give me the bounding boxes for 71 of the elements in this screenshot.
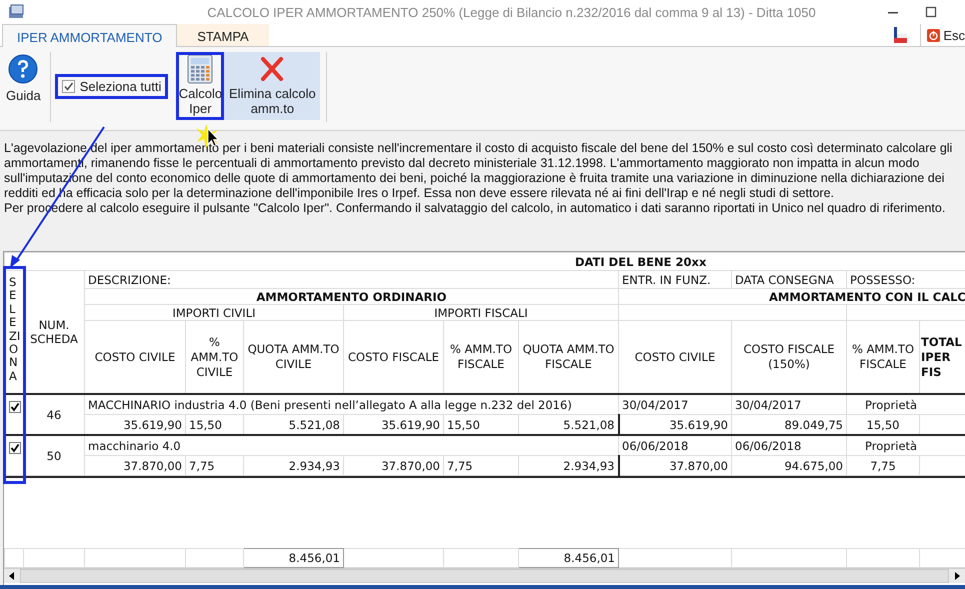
flag-icon — [892, 26, 908, 44]
table-cell: Proprietà — [846, 435, 965, 456]
check-icon — [62, 81, 74, 92]
table-cell: 5.521,08 — [563, 418, 614, 432]
table-cell: 37.870,00 — [381, 458, 440, 472]
group-header: AMMORTAMENTO ORDINARIO — [256, 290, 447, 304]
row-checkbox[interactable] — [9, 401, 21, 413]
table-cell: 7,75 — [447, 458, 473, 472]
column-header: DESCRIZIONE: — [84, 270, 618, 288]
table-cell: 7,75 — [189, 458, 215, 472]
scroll-right-icon — [953, 571, 961, 581]
column-header: SELEZIONA — [8, 274, 20, 384]
column-header: % AMM.TO FISCALE — [852, 342, 914, 371]
table-cell: 06/06/2018 — [618, 435, 732, 456]
table-cell: 2.934,93 — [288, 458, 340, 472]
tab[interactable]: IPER AMMORTAMENTO — [2, 24, 178, 47]
calculate-button[interactable]: Calcolo Iper — [176, 52, 224, 120]
column-header: COSTO CIVILE — [94, 350, 176, 364]
horizontal-scrollbar[interactable] — [4, 568, 965, 583]
help-button[interactable]: Guida — [3, 52, 44, 105]
app-icon — [8, 4, 26, 20]
power-icon — [927, 28, 940, 42]
group-header: IMPORTI FISCALI — [434, 306, 528, 320]
total-value: 8.456,01 — [564, 551, 615, 565]
maximize-icon — [925, 6, 937, 18]
row-checkbox[interactable] — [9, 442, 21, 454]
table-cell: 37.870,00 — [669, 458, 728, 472]
select-all-checkbox[interactable]: Seleziona tutti — [54, 74, 168, 99]
window-title: CALCOLO IPER AMMORTAMENTO 250% (Legge di Bilancio n.232/2016 dal comma 9 al 13) - Ditta 1050 — [206, 4, 817, 20]
table-title: DATI DEL BENE 20xx — [4, 252, 965, 270]
help-icon — [8, 54, 38, 84]
table-cell: 30/04/2017 — [732, 394, 846, 414]
table-cell: 35.619,90 — [381, 418, 440, 432]
total-value: 8.456,01 — [288, 551, 340, 565]
check-icon — [10, 402, 20, 412]
exit-button[interactable]: Esc — [920, 24, 965, 46]
table-cell: 15,50 — [447, 418, 480, 432]
table-cell: MACCHINARIO industria 4.0 (Beni presenti nell’allegato A alla legge n.232 del 2016) — [84, 394, 618, 414]
column-header: COSTO CIVILE — [634, 350, 716, 364]
table-cell: 94.675,00 — [784, 458, 843, 472]
calculator-icon — [186, 54, 214, 84]
column-header: % AMM.TO CIVILE — [190, 334, 238, 378]
table-cell: 15,50 — [189, 418, 222, 432]
check-icon — [10, 443, 20, 453]
table-cell: macchinario 4.0 — [84, 435, 618, 456]
table-cell: 46 — [46, 408, 62, 422]
delete-button[interactable]: Elimina calcolo amm.to — [224, 52, 320, 120]
column-header: DATA CONSEGNA — [732, 270, 846, 288]
table-cell: 15,50 — [866, 418, 900, 432]
column-header: QUOTA AMM.TO FISCALE — [522, 342, 614, 371]
group-header: IMPORTI CIVILI — [172, 306, 256, 320]
tab[interactable]: STAMPA — [177, 24, 269, 46]
table-cell: 50 — [46, 448, 62, 462]
column-header: NUM. SCHEDA — [30, 318, 78, 346]
table-cell: 35.619,90 — [123, 418, 182, 432]
table-cell: 2.934,93 — [563, 458, 614, 472]
table-cell: 35.619,90 — [669, 418, 728, 432]
table-cell: 30/04/2017 — [618, 394, 732, 414]
scroll-left-icon — [8, 571, 16, 581]
column-header: COSTO FISCALE (150%) — [744, 342, 834, 371]
table-cell: Proprietà — [846, 394, 965, 414]
table-cell: 5.521,08 — [288, 418, 340, 432]
column-header: TOTAL IPER FIS — [921, 334, 962, 378]
table-cell: 06/06/2018 — [732, 435, 846, 456]
column-header: COSTO FISCALE — [348, 350, 439, 364]
column-header: ENTR. IN FUNZ. — [618, 270, 732, 288]
column-header: % AMM.TO FISCALE — [450, 342, 512, 371]
table-cell: 7,75 — [870, 458, 896, 472]
table-cell: 89.049,75 — [784, 418, 843, 432]
column-header: QUOTA AMM.TO CIVILE — [248, 342, 340, 371]
table-cell: 37.870,00 — [123, 458, 182, 472]
